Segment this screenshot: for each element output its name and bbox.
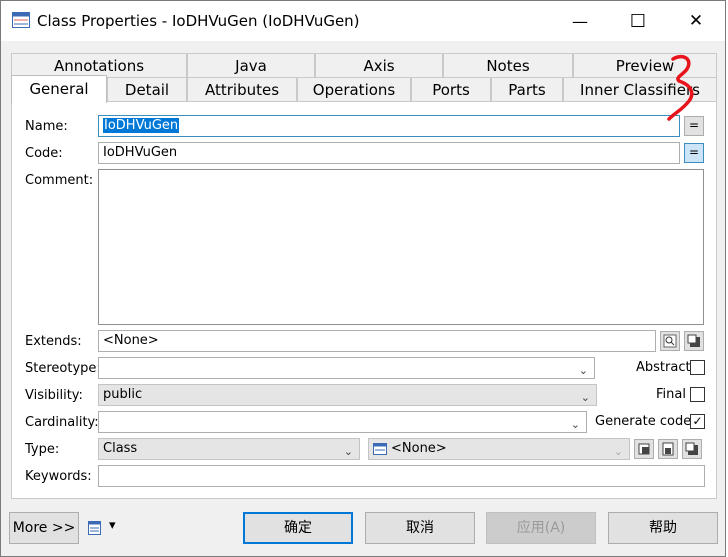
chevron-down-icon: ⌄	[578, 364, 588, 377]
generate-code-checkbox[interactable]: ✓	[690, 414, 705, 429]
type-create-button[interactable]	[634, 439, 654, 459]
cardinality-label: Cardinality:	[25, 415, 99, 430]
tab-parts[interactable]: Parts	[491, 77, 563, 101]
window-title: Class Properties - IoDHVuGen (IoDHVuGen)	[37, 12, 360, 30]
type-related-value: <None>	[391, 441, 447, 456]
type-select-button[interactable]	[658, 439, 678, 459]
type-label: Type:	[25, 442, 60, 457]
tab-axis[interactable]: Axis	[315, 53, 443, 77]
maximize-button[interactable]: ☐	[609, 1, 667, 41]
ok-button[interactable]: 确定	[243, 512, 353, 544]
tab-operations[interactable]: Operations	[297, 77, 411, 101]
red-annotation-mark	[667, 54, 694, 121]
keywords-field[interactable]	[98, 465, 705, 487]
type-related-combo[interactable]: <None> ⌄	[368, 438, 630, 460]
extends-properties-button[interactable]	[684, 331, 704, 351]
tab-attributes[interactable]: Attributes	[187, 77, 297, 101]
type-properties-button[interactable]	[682, 439, 702, 459]
stereotype-combo[interactable]: ⌄	[98, 357, 595, 379]
more-button[interactable]: More >>	[9, 512, 79, 544]
search-icon	[663, 334, 677, 348]
code-label: Code:	[25, 146, 63, 161]
tab-strip: Annotations Java Axis Notes Preview Gene…	[1, 41, 725, 103]
chevron-down-icon: ⌄	[580, 391, 590, 404]
properties-dialog: Class Properties - IoDHVuGen (IoDHVuGen)…	[0, 0, 726, 557]
chevron-down-icon: ⌄	[343, 445, 353, 458]
cardinality-combo[interactable]: ⌄	[98, 411, 587, 433]
menu-icon	[88, 521, 101, 535]
abstract-label: Abstract	[636, 360, 691, 375]
abstract-checkbox[interactable]	[690, 360, 705, 375]
tab-annotations[interactable]: Annotations	[11, 53, 187, 77]
final-label: Final	[656, 387, 686, 402]
name-value: IoDHVuGen	[103, 118, 180, 133]
type-combo[interactable]: Class ⌄	[98, 438, 360, 460]
chevron-down-icon: ⌄	[613, 445, 623, 458]
visibility-combo[interactable]: public ⌄	[98, 384, 597, 406]
apply-button[interactable]: 应用(A)	[486, 512, 596, 544]
properties-icon	[685, 442, 698, 455]
extends-label: Extends:	[25, 334, 82, 349]
help-button[interactable]: 帮助	[608, 512, 718, 544]
extends-search-button[interactable]	[660, 331, 680, 351]
select-icon	[662, 442, 674, 456]
name-label: Name:	[25, 119, 68, 134]
final-checkbox[interactable]	[690, 387, 705, 402]
extends-field[interactable]: <None>	[98, 330, 656, 352]
properties-icon	[687, 334, 700, 347]
title-bar: Class Properties - IoDHVuGen (IoDHVuGen)…	[1, 1, 725, 41]
comment-textarea[interactable]	[98, 169, 704, 325]
code-field[interactable]: IoDHVuGen	[98, 142, 680, 164]
class-icon	[373, 443, 387, 455]
create-icon	[638, 443, 650, 455]
general-panel: Name: IoDHVuGen = Code: IoDHVuGen = Comm…	[11, 101, 717, 499]
keywords-label: Keywords:	[25, 469, 92, 484]
stereotype-label: Stereotype:	[25, 361, 101, 376]
tab-general[interactable]: General	[11, 75, 107, 103]
visibility-value: public	[103, 387, 143, 402]
close-button[interactable]: ✕	[667, 1, 725, 41]
minimize-button[interactable]: —	[551, 1, 609, 41]
menu-button[interactable]: ▾	[87, 518, 123, 538]
chevron-down-icon: ⌄	[570, 418, 580, 431]
code-name-sync-button[interactable]: =	[684, 143, 704, 163]
visibility-label: Visibility:	[25, 388, 83, 403]
caret-down-icon: ▾	[109, 518, 116, 533]
extends-value: <None>	[103, 333, 159, 348]
generate-code-label: Generate code	[595, 414, 692, 429]
class-icon	[12, 12, 30, 28]
type-value: Class	[103, 441, 138, 456]
cancel-button[interactable]: 取消	[365, 512, 475, 544]
name-field[interactable]: IoDHVuGen	[98, 115, 680, 137]
tab-notes[interactable]: Notes	[443, 53, 573, 77]
tab-ports[interactable]: Ports	[411, 77, 491, 101]
code-value: IoDHVuGen	[103, 145, 178, 160]
tab-detail[interactable]: Detail	[107, 77, 187, 101]
tab-java[interactable]: Java	[187, 53, 315, 77]
comment-label: Comment:	[25, 173, 94, 188]
